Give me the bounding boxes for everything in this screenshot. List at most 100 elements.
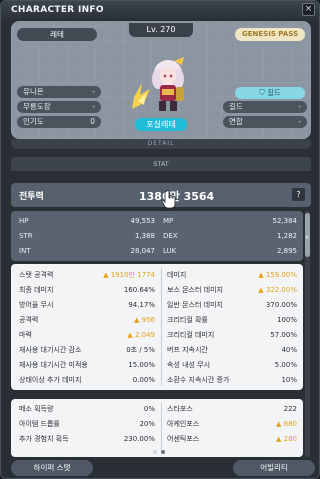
detail-toggle[interactable]: DETAIL <box>11 139 311 149</box>
job-label: 포실레테 <box>135 118 187 131</box>
stat-label: 방어율 무시 <box>19 301 54 309</box>
page-dot-active[interactable] <box>153 450 157 454</box>
stat-label: 일반 몬스터 데미지 <box>167 301 223 309</box>
stat-label: 크리티컬 확률 <box>167 316 208 324</box>
stat-label: 크리티컬 데미지 <box>167 331 215 339</box>
guild-button-label: 길드 <box>267 88 281 97</box>
stat-value: 40% <box>281 346 297 354</box>
alliance-label: 연합 <box>229 117 243 126</box>
stat-value: 160.64% <box>123 286 155 294</box>
stat-row: 보스 몬스터 데미지 ▲ 322.00% <box>167 285 297 295</box>
guild-value: - <box>298 102 301 111</box>
stat-value: 28,047 <box>130 247 156 255</box>
hand-cursor-icon <box>161 190 176 209</box>
stat-label: 메소 획득량 <box>19 405 54 413</box>
stat-row: LUK 2,895 <box>163 246 297 256</box>
close-icon[interactable]: × <box>302 3 315 16</box>
stat-value: 49,553 <box>130 217 156 225</box>
stat-row: 아케인포스 ▲ 880 <box>167 419 297 429</box>
stat-row: STR 1,388 <box>19 231 155 241</box>
chevron-right-icon[interactable]: ▸ <box>306 233 310 241</box>
stat-row: 재사용 대기시간 미적용 15.00% <box>19 360 155 370</box>
stat-row: HP 49,553 <box>19 216 155 226</box>
stat-label: 재사용 대기시간 미적용 <box>19 361 88 369</box>
column-divider <box>161 268 162 386</box>
page-indicator <box>151 450 171 454</box>
stat-row: 추가 경험치 획득 230.00% <box>19 434 155 444</box>
character-info-window: CHARACTER INFO × 레테 Lv. 270 GENESIS PASS… <box>0 0 320 479</box>
stat-value: ▲ 159.00% <box>258 271 297 279</box>
shield-icon: ⛉ <box>259 88 268 97</box>
stat-label: 아이템 드롭률 <box>19 420 60 428</box>
ability-button[interactable]: 어빌리티 <box>233 460 315 476</box>
stat-row: MP 52,384 <box>163 216 297 226</box>
stat-label: INT <box>19 247 31 255</box>
stat-row: INT 28,047 <box>19 246 155 256</box>
stat-label: LUK <box>163 247 177 255</box>
mureung-label: 무릉도장 <box>23 102 51 111</box>
stat-label: 공격력 <box>19 316 39 324</box>
stat-label: 보스 몬스터 데미지 <box>167 286 223 294</box>
character-name: 레테 <box>17 28 97 41</box>
stat-value: 0% <box>143 405 155 413</box>
stat-row: 어센틱포스 ▲ 280 <box>167 434 297 444</box>
window-title: CHARACTER INFO <box>11 5 104 15</box>
stat-row: 재사용 대기시간 감소 0초 / 5% <box>19 345 155 355</box>
union-label: 유니온 <box>23 87 44 96</box>
page-dot[interactable] <box>161 450 165 454</box>
stat-row: 메소 획득량 0% <box>19 404 155 414</box>
stat-label: 최종 데미지 <box>19 286 54 294</box>
stat-value: ▲ 1910만 1774 <box>103 271 155 279</box>
stat-header: STAT <box>11 157 311 171</box>
stat-label: 버프 지속시간 <box>167 346 208 354</box>
stat-row: DEX 1,282 <box>163 231 297 241</box>
union-row: 유니온 - <box>17 86 101 98</box>
stat-label: 마력 <box>19 331 32 339</box>
stat-row: 속성 내성 무시 5.00% <box>167 360 297 370</box>
stat-label: DEX <box>163 232 178 240</box>
stat-value: 57.00% <box>270 331 297 339</box>
stat-row: 스타포스 222 <box>167 404 297 414</box>
stat-value: 222 <box>283 405 297 413</box>
window-titlebar[interactable]: CHARACTER INFO <box>1 1 319 19</box>
stat-value: 1,388 <box>134 232 155 240</box>
stat-value: ▲ 280 <box>276 435 297 443</box>
stat-row: 최종 데미지 160.64% <box>19 285 155 295</box>
stat-value: 10% <box>281 376 297 384</box>
stat-label: STR <box>19 232 33 240</box>
stat-row: 아이템 드롭률 20% <box>19 419 155 429</box>
stat-value: 1,282 <box>276 232 297 240</box>
help-button[interactable]: ? <box>292 188 305 201</box>
basic-stats-panel: HP 49,553 MP 52,384 STR 1,388 DEX 1,282 … <box>11 211 303 261</box>
mureung-row: 무릉도장 - <box>17 101 101 113</box>
union-value: - <box>92 87 95 96</box>
stat-scrollbar[interactable] <box>305 211 310 457</box>
stat-label: 스탯 공격력 <box>19 271 54 279</box>
stat-value: ▲ 2,049 <box>127 331 155 339</box>
stat-value: 5.00% <box>274 361 297 369</box>
alliance-row: 연합 - <box>223 116 307 128</box>
stat-row: 상태이상 추가 데미지 0.00% <box>19 375 155 385</box>
stat-value: 2,895 <box>276 247 297 255</box>
stat-label: 상태이상 추가 데미지 <box>19 376 82 384</box>
stat-value: 230.00% <box>123 435 155 443</box>
guild-button[interactable]: ⛉ 길드 <box>235 87 305 99</box>
guild-label: 길드 <box>229 102 243 111</box>
stat-row: 일반 몬스터 데미지 370.00% <box>167 300 297 310</box>
stat-value: 52,384 <box>272 217 298 225</box>
stat-value: 100% <box>276 316 297 324</box>
stat-value: 0초 / 5% <box>126 346 155 354</box>
stat-value: 15.00% <box>128 361 155 369</box>
hyper-stat-button[interactable]: 하이퍼 스탯 <box>11 460 93 476</box>
stat-row: 방어율 무시 94.17% <box>19 300 155 310</box>
stat-label: 속성 내성 무시 <box>167 361 211 369</box>
stat-value: 370.00% <box>265 301 297 309</box>
character-panel: 레테 Lv. 270 GENESIS PASS 유니온 - 무릉도장 - 인기도… <box>11 21 311 139</box>
stat-label: MP <box>163 217 174 225</box>
stat-value: ▲ 880 <box>276 420 297 428</box>
column-divider <box>161 403 162 451</box>
stat-label: 어센틱포스 <box>167 435 200 443</box>
stat-value: 0.00% <box>132 376 155 384</box>
guild-row: 길드 - <box>223 101 307 113</box>
stat-label: 추가 경험치 획득 <box>19 435 69 443</box>
